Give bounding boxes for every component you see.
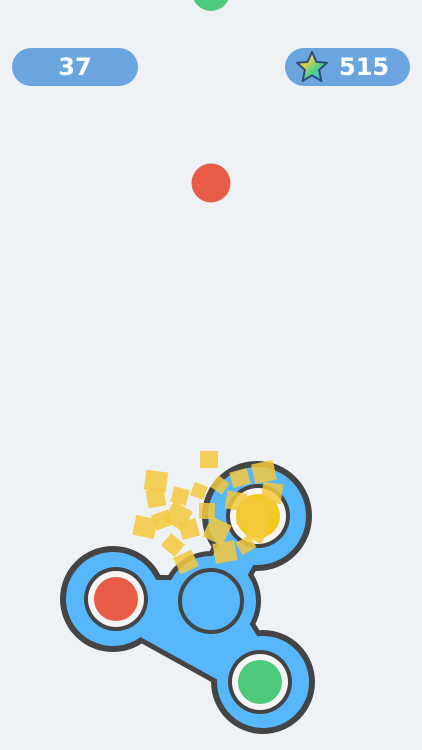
score-value: 37 — [58, 53, 92, 81]
spinner-hub — [178, 568, 244, 634]
bearing-red — [84, 567, 148, 631]
coin-counter: 515 — [285, 48, 410, 86]
bearing-green — [228, 650, 292, 714]
rainbow-star-icon — [296, 51, 328, 82]
score-counter: 37 — [12, 48, 138, 86]
falling-ball-red — [191, 163, 231, 203]
falling-ball-green — [193, 0, 229, 11]
coin-value: 515 — [339, 53, 390, 81]
game-stage[interactable] — [0, 0, 422, 750]
